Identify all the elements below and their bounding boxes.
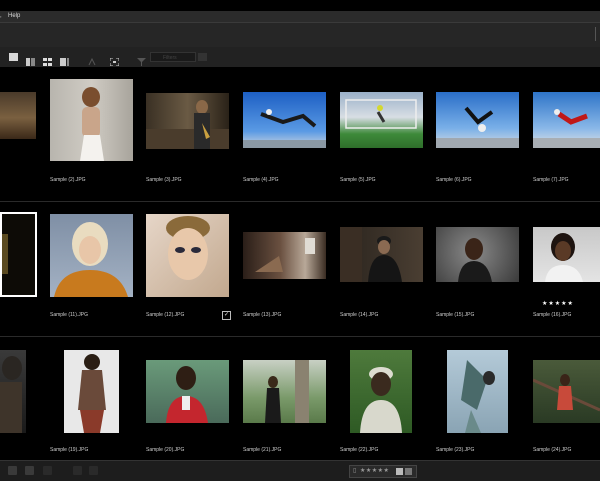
histogram-icon[interactable] — [43, 466, 52, 475]
filmstrip-view-icon[interactable] — [60, 53, 69, 66]
filter-label: Filters — [163, 55, 177, 61]
color-label-icon[interactable] — [405, 468, 412, 475]
thumbnail-image[interactable] — [243, 232, 326, 279]
thumbnail-caption: Sample (15).JPG — [436, 312, 475, 318]
thumbnail-caption: Sample (7).JPG — [533, 177, 569, 183]
rotate-right-icon[interactable] — [89, 466, 98, 475]
thumbnail-caption: Sample (12).JPG — [146, 312, 185, 318]
menu-item-prev[interactable]: , — [0, 11, 2, 22]
panel-toggle-icon[interactable] — [8, 466, 17, 475]
color-label-icon[interactable] — [396, 468, 403, 475]
thumbnail-image[interactable] — [533, 92, 600, 148]
thumbnail-caption: Sample (21).JPG — [243, 447, 282, 453]
thumbnail-caption: Sample (23).JPG — [436, 447, 475, 453]
status-bar: ▯ ★★★★★ — [0, 460, 600, 481]
single-view-icon[interactable] — [9, 53, 18, 61]
filter-icon[interactable] — [137, 53, 146, 66]
thumbnail-image[interactable] — [436, 92, 519, 148]
thumbnail-image[interactable] — [243, 92, 326, 148]
filter-field[interactable]: Filters — [150, 52, 196, 62]
thumbnail-grid: Sample (2).JPG Sample (3).JPG Sample (4)… — [0, 67, 600, 460]
fit-icon[interactable] — [109, 53, 120, 67]
menu-item-help[interactable]: Help — [8, 11, 20, 22]
compare-view-icon[interactable] — [26, 53, 35, 66]
thumbnail-caption: Sample (22).JPG — [340, 447, 379, 453]
thumbnail-image[interactable] — [146, 214, 229, 297]
menu-bar: , Help — [0, 11, 600, 22]
thumbnail-image[interactable] — [146, 360, 229, 423]
top-toolbar — [0, 22, 600, 48]
thumbnail-caption: Sample (4).JPG — [243, 177, 279, 183]
thumbnail-image[interactable] — [447, 350, 508, 433]
thumbnail-caption: Sample (24).JPG — [533, 447, 572, 453]
thumbnail-image[interactable] — [340, 227, 423, 282]
thumbnail-image[interactable] — [50, 214, 133, 297]
rating-stars-control[interactable]: ★★★★★ — [360, 466, 389, 477]
sort-icon[interactable] — [88, 53, 97, 66]
checkbox-icon[interactable]: ✓ — [222, 311, 231, 320]
thumbnail-image[interactable] — [0, 350, 26, 433]
thumbnail-caption: Sample (2).JPG — [50, 177, 86, 183]
info-icon[interactable] — [25, 466, 34, 475]
rating-clear-icon[interactable]: ▯ — [353, 466, 356, 477]
filter-options-icon[interactable] — [198, 53, 207, 61]
thumbnail-image[interactable] — [50, 79, 133, 161]
grid-view-icon[interactable] — [43, 53, 52, 66]
view-toolbar: Filters — [0, 47, 600, 68]
rotate-left-icon[interactable] — [73, 466, 82, 475]
thumbnail-image[interactable] — [533, 227, 600, 282]
rating-stars[interactable]: ★★★★★ — [542, 300, 574, 307]
row-divider — [0, 336, 600, 337]
thumbnail-image[interactable] — [0, 212, 37, 297]
thumbnail-image[interactable] — [243, 360, 326, 423]
thumbnail-image[interactable] — [0, 92, 36, 139]
thumbnail-caption: Sample (20).JPG — [146, 447, 185, 453]
thumbnail-image[interactable] — [64, 350, 119, 433]
thumbnail-caption: Sample (6).JPG — [436, 177, 472, 183]
thumbnail-image[interactable] — [350, 350, 412, 433]
thumbnail-caption: Sample (5).JPG — [340, 177, 376, 183]
thumbnail-image[interactable] — [436, 227, 519, 282]
thumbnail-image[interactable] — [340, 92, 423, 148]
rating-filter[interactable]: ▯ ★★★★★ — [349, 465, 417, 478]
toolbar-edge — [595, 27, 600, 41]
thumbnail-caption: Sample (3).JPG — [146, 177, 182, 183]
thumbnail-caption: Sample (13).JPG — [243, 312, 282, 318]
thumbnail-caption: Sample (11).JPG — [50, 312, 88, 318]
thumbnail-caption: Sample (16).JPG — [533, 312, 572, 318]
thumbnail-caption: Sample (19).JPG — [50, 447, 89, 453]
row-divider — [0, 201, 600, 202]
thumbnail-image[interactable] — [533, 360, 600, 423]
thumbnail-image[interactable] — [146, 93, 229, 149]
thumbnail-caption: Sample (14).JPG — [340, 312, 379, 318]
